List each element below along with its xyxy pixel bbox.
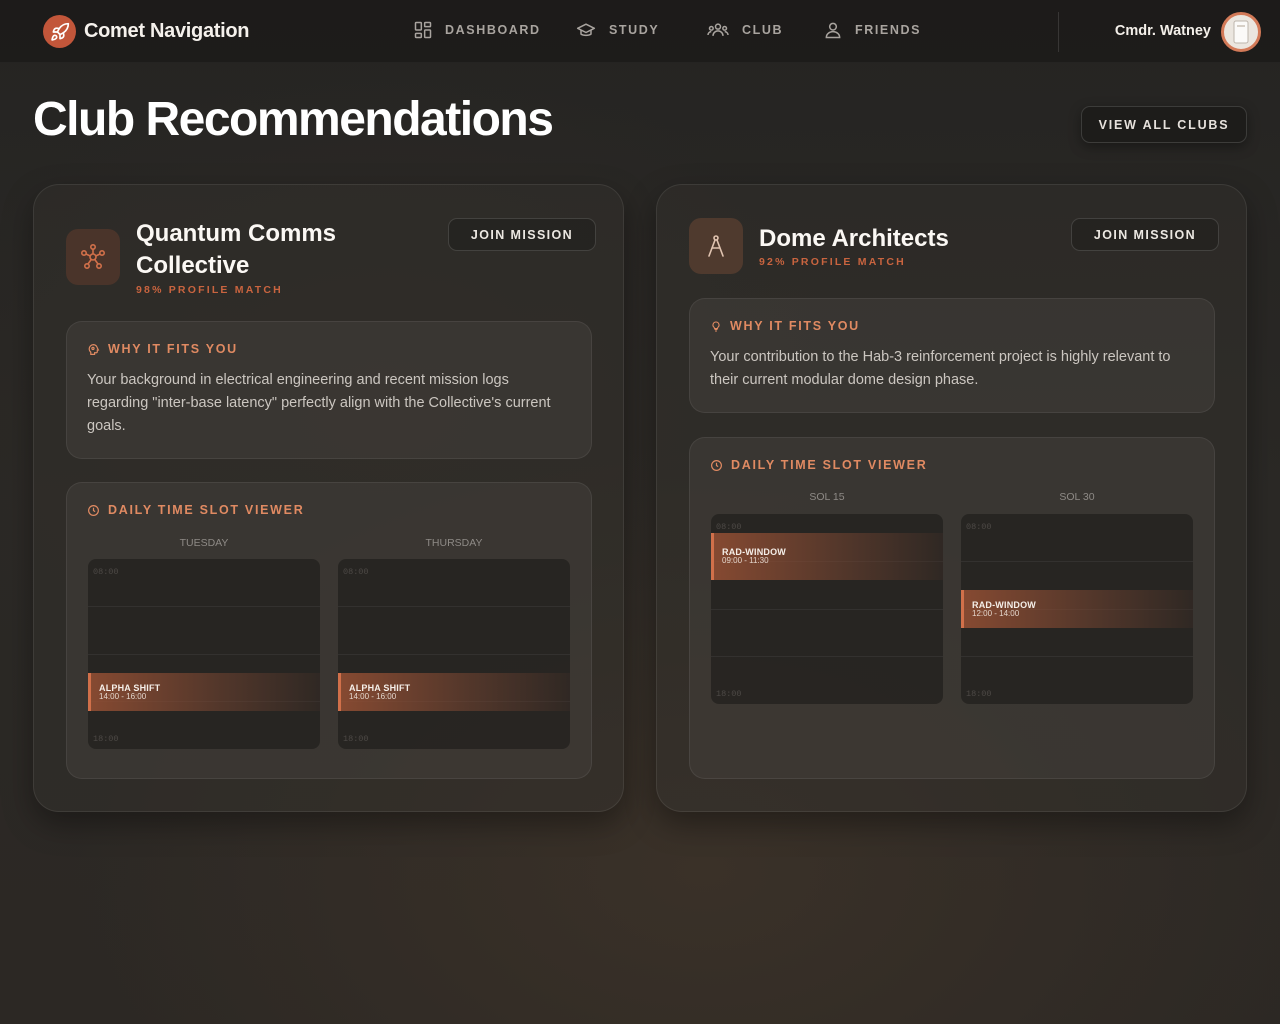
event-time: 12:00 - 14:00 (972, 609, 1020, 618)
top-navigation-bar: Comet Navigation DASHBOARD STUDY CLUB FR… (0, 0, 1280, 63)
day-label: TUESDAY (179, 537, 229, 549)
time-slot-viewer: DAILY TIME SLOT VIEWER TUESDAY 08:00 ALP… (66, 482, 592, 779)
nav-divider (1058, 12, 1059, 52)
why-it-fits-heading: WHY IT FITS YOU (87, 342, 238, 356)
dashboard-icon (414, 21, 432, 39)
time-slot-heading: DAILY TIME SLOT VIEWER (87, 503, 304, 517)
hour-gridline (711, 656, 943, 657)
event-time: 09:00 - 11:30 (722, 556, 769, 565)
day-label: SOL 15 (809, 491, 845, 503)
event-time: 14:00 - 16:00 (99, 692, 147, 701)
time-slot-heading: DAILY TIME SLOT VIEWER (710, 458, 927, 472)
hour-gridline (961, 561, 1193, 562)
view-all-clubs-button[interactable]: VIEW ALL CLUBS (1081, 106, 1247, 143)
hour-gridline (338, 654, 570, 655)
club-name: Quantum Comms Collective (136, 220, 337, 279)
day-end-time: 18:00 (343, 734, 369, 744)
hour-gridline (338, 606, 570, 607)
event-time: 14:00 - 16:00 (349, 692, 397, 701)
group-icon (707, 23, 729, 36)
avatar-icon[interactable] (1221, 12, 1261, 52)
nav-friends[interactable]: FRIENDS (823, 20, 921, 40)
hour-gridline (88, 606, 320, 607)
day-start-time: 08:00 (966, 522, 992, 532)
day-start-time: 08:00 (716, 522, 742, 532)
hour-gridline (961, 656, 1193, 657)
nav-club-label: CLUB (742, 23, 784, 37)
join-mission-button[interactable]: JOIN MISSION (448, 218, 596, 251)
brand[interactable]: Comet Navigation (43, 15, 250, 48)
brain-icon (88, 343, 100, 355)
time-slot-event[interactable]: ALPHA SHIFT 14:00 - 16:00 (88, 673, 320, 711)
person-icon (825, 22, 841, 39)
brand-name: Comet Navigation (84, 20, 250, 42)
why-it-fits-panel: WHY IT FITS YOU Your contribution to the… (689, 298, 1215, 413)
nav-friends-label: FRIENDS (855, 23, 922, 37)
profile-match: 98% PROFILE MATCH (136, 284, 283, 296)
club-name: Dome Architects (759, 225, 949, 252)
lightbulb-icon (712, 320, 720, 332)
nav-dashboard[interactable]: DASHBOARD (413, 20, 541, 40)
club-card-quantum-comms: Quantum Comms Collective 98% PROFILE MAT… (33, 184, 624, 812)
time-slot-event[interactable]: RAD-WINDOW 09:00 - 11:30 (711, 533, 943, 580)
day-end-time: 18:00 (716, 689, 742, 699)
day-end-time: 18:00 (966, 689, 992, 699)
day-column: 08:00 ALPHA SHIFT 14:00 - 16:00 18:00 (88, 559, 320, 749)
day-label: SOL 30 (1059, 491, 1095, 503)
user-name[interactable]: Cmdr. Watney (1115, 23, 1211, 39)
time-slot-event[interactable]: RAD-WINDOW 12:00 - 14:00 (961, 590, 1193, 628)
network-nodes-icon (66, 229, 120, 285)
why-it-fits-text: Your background in electrical engineerin… (87, 372, 551, 434)
why-it-fits-heading: WHY IT FITS YOU (710, 319, 860, 333)
nav-club[interactable]: CLUB (706, 20, 783, 40)
why-it-fits-panel: WHY IT FITS YOU Your background in elect… (66, 321, 592, 459)
club-card-dome-architects: Dome Architects 92% PROFILE MATCH JOIN M… (656, 184, 1247, 812)
why-it-fits-text: Your contribution to the Hab-3 reinforce… (710, 349, 1171, 388)
graduation-cap-icon (576, 23, 596, 37)
page-title: Club Recommendations (33, 93, 554, 146)
day-column: 08:00 RAD-WINDOW 12:00 - 14:00 18:00 (961, 514, 1193, 704)
hour-gridline (88, 654, 320, 655)
clock-icon (88, 504, 99, 516)
join-mission-button[interactable]: JOIN MISSION (1071, 218, 1219, 251)
hour-gridline (711, 609, 943, 610)
day-label: THURSDAY (425, 537, 483, 549)
day-column: 08:00 RAD-WINDOW 09:00 - 11:30 18:00 (711, 514, 943, 704)
profile-match: 92% PROFILE MATCH (759, 256, 906, 268)
nav-dashboard-label: DASHBOARD (445, 23, 541, 37)
day-end-time: 18:00 (93, 734, 119, 744)
time-slot-viewer: DAILY TIME SLOT VIEWER SOL 15 08:00 RAD-… (689, 437, 1215, 779)
time-slot-event[interactable]: ALPHA SHIFT 14:00 - 16:00 (338, 673, 570, 711)
nav-study-label: STUDY (609, 23, 660, 37)
day-start-time: 08:00 (343, 567, 369, 577)
day-start-time: 08:00 (93, 567, 119, 577)
day-column: 08:00 ALPHA SHIFT 14:00 - 16:00 18:00 (338, 559, 570, 749)
compass-icon (689, 218, 743, 274)
clock-icon (711, 459, 722, 471)
nav-study[interactable]: STUDY (575, 20, 659, 40)
rocket-icon (43, 15, 76, 48)
